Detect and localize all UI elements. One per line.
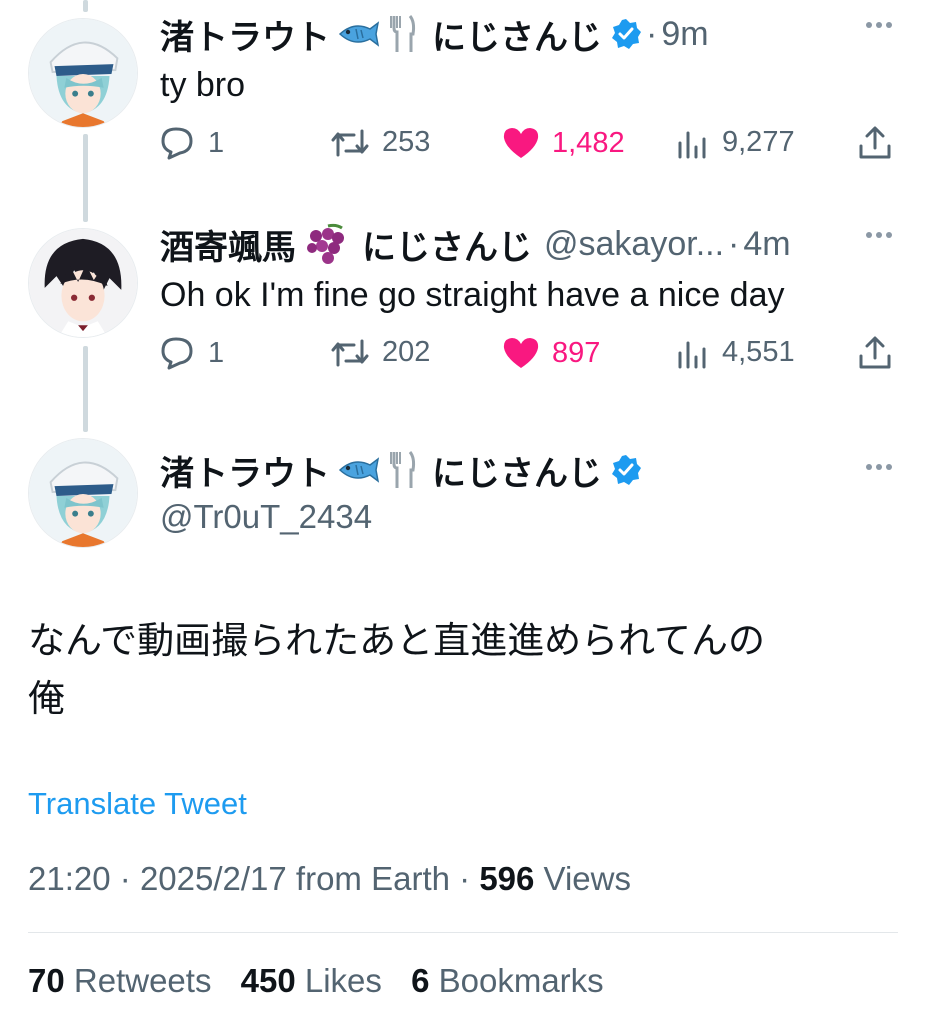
reply-count: 1 [208, 336, 225, 369]
thread-line-top [83, 0, 88, 12]
more-options-icon[interactable] [866, 232, 892, 238]
avatar-trout-image [29, 439, 137, 547]
like-count: 897 [552, 336, 601, 369]
handle[interactable]: @Tr0uT_2434 [160, 498, 372, 536]
fork-knife-emoji-icon [388, 14, 418, 54]
translate-tweet-link[interactable]: Translate Tweet [28, 786, 247, 822]
avatar-sakayori-image [29, 229, 137, 337]
retweet-button[interactable]: 253 [330, 126, 430, 159]
org-name: にじさんじ [432, 18, 602, 57]
retweet-count: 202 [382, 336, 431, 368]
fork-knife-emoji-icon [388, 450, 418, 490]
like-count: 1,482 [552, 126, 625, 159]
action-bar: 1 253 1,482 9,277 [160, 126, 896, 166]
retweet-icon [331, 339, 369, 366]
tweet-header: 酒寄颯馬 にじさんじ @sakayor... · 4m [160, 220, 791, 269]
views-button[interactable]: 9,277 [676, 126, 795, 159]
heart-filled-icon [503, 128, 539, 158]
reply-icon [161, 127, 193, 160]
timestamp[interactable]: 9m [661, 15, 708, 54]
handle[interactable]: @sakayor... [544, 225, 724, 264]
main-tweet-text-line-1: なんで動画撮られたあと直進進められてんの [28, 620, 766, 661]
avatar[interactable] [28, 228, 138, 338]
reply-count: 1 [208, 126, 225, 159]
heart-filled-icon [503, 338, 539, 368]
views-count: 4,551 [722, 336, 795, 368]
bookmarks-count: 6 [411, 962, 430, 999]
separator-dot: · [119, 860, 131, 897]
main-tweet-text: なんで動画撮られたあと直進進められてんの 俺 [28, 612, 898, 728]
share-icon [859, 126, 891, 159]
grapes-emoji-icon [302, 222, 348, 266]
avatar[interactable] [28, 438, 138, 548]
views-count: 596 [479, 860, 535, 897]
more-options-icon[interactable] [866, 22, 892, 28]
timestamp[interactable]: 4m [743, 225, 790, 264]
share-button[interactable] [858, 126, 904, 160]
views-button[interactable]: 4,551 [676, 336, 795, 369]
retweets-label: Retweets [73, 962, 212, 999]
tweet-header: 渚トラウト にじさんじ · 9m [160, 10, 709, 59]
reply-button[interactable]: 1 [160, 126, 224, 160]
share-icon [859, 336, 891, 369]
tweet-source: from Earth [295, 860, 450, 897]
verified-badge-icon [610, 18, 642, 50]
reply-button[interactable]: 1 [160, 336, 224, 370]
retweet-button[interactable]: 202 [330, 336, 430, 369]
separator-dot: · [728, 224, 740, 263]
tweet-text: ty bro [160, 66, 246, 104]
action-bar: 1 202 897 4,551 [160, 336, 896, 376]
verified-badge-icon [610, 454, 642, 486]
like-button[interactable]: 1,482 [502, 126, 625, 160]
tweet-text: Oh ok I'm fine go straight have a nice d… [160, 276, 785, 314]
bookmarks-label: Bookmarks [438, 962, 604, 999]
avatar-trout-image [29, 19, 137, 127]
bookmarks-stat[interactable]: 6 Bookmarks [411, 962, 604, 999]
org-name: にじさんじ [362, 228, 532, 267]
display-name[interactable]: 渚トラウト [160, 10, 330, 59]
retweets-stat[interactable]: 70 Retweets [28, 962, 211, 999]
avatar[interactable] [28, 18, 138, 128]
tweet-date[interactable]: 2025/2/17 [140, 860, 287, 897]
org-name: にじさんじ [432, 454, 602, 493]
retweet-count: 253 [382, 126, 431, 158]
likes-label: Likes [304, 962, 382, 999]
retweets-count: 70 [28, 962, 65, 999]
main-tweet-header: 渚トラウト にじさんじ [160, 446, 642, 495]
display-name[interactable]: 渚トラウト [160, 446, 330, 495]
views-label: Views [543, 860, 631, 897]
main-tweet-text-line-2: 俺 [28, 678, 65, 719]
views-icon [678, 131, 706, 158]
like-button[interactable]: 897 [502, 336, 600, 370]
separator-dot: · [646, 14, 658, 53]
reply-icon [161, 337, 193, 370]
views-icon [678, 341, 706, 368]
likes-stat[interactable]: 450 Likes [241, 962, 382, 999]
display-name[interactable]: 酒寄颯馬 [160, 220, 296, 269]
separator-dot: · [459, 860, 471, 897]
likes-count: 450 [240, 962, 296, 999]
share-button[interactable] [858, 336, 904, 370]
engagement-stats: 70 Retweets 450 Likes 6 Bookmarks [28, 962, 604, 1000]
thread-line-2 [83, 346, 88, 432]
divider [28, 932, 898, 933]
retweet-icon [331, 129, 369, 156]
fish-emoji-icon [336, 455, 380, 485]
thread-line-1 [83, 134, 88, 222]
tweet-meta: 21:20 · 2025/2/17 from Earth · 596 Views [28, 860, 631, 898]
tweet-time[interactable]: 21:20 [28, 860, 111, 897]
views-count: 9,277 [722, 126, 795, 158]
more-options-icon[interactable] [866, 464, 892, 470]
fish-emoji-icon [336, 19, 380, 49]
